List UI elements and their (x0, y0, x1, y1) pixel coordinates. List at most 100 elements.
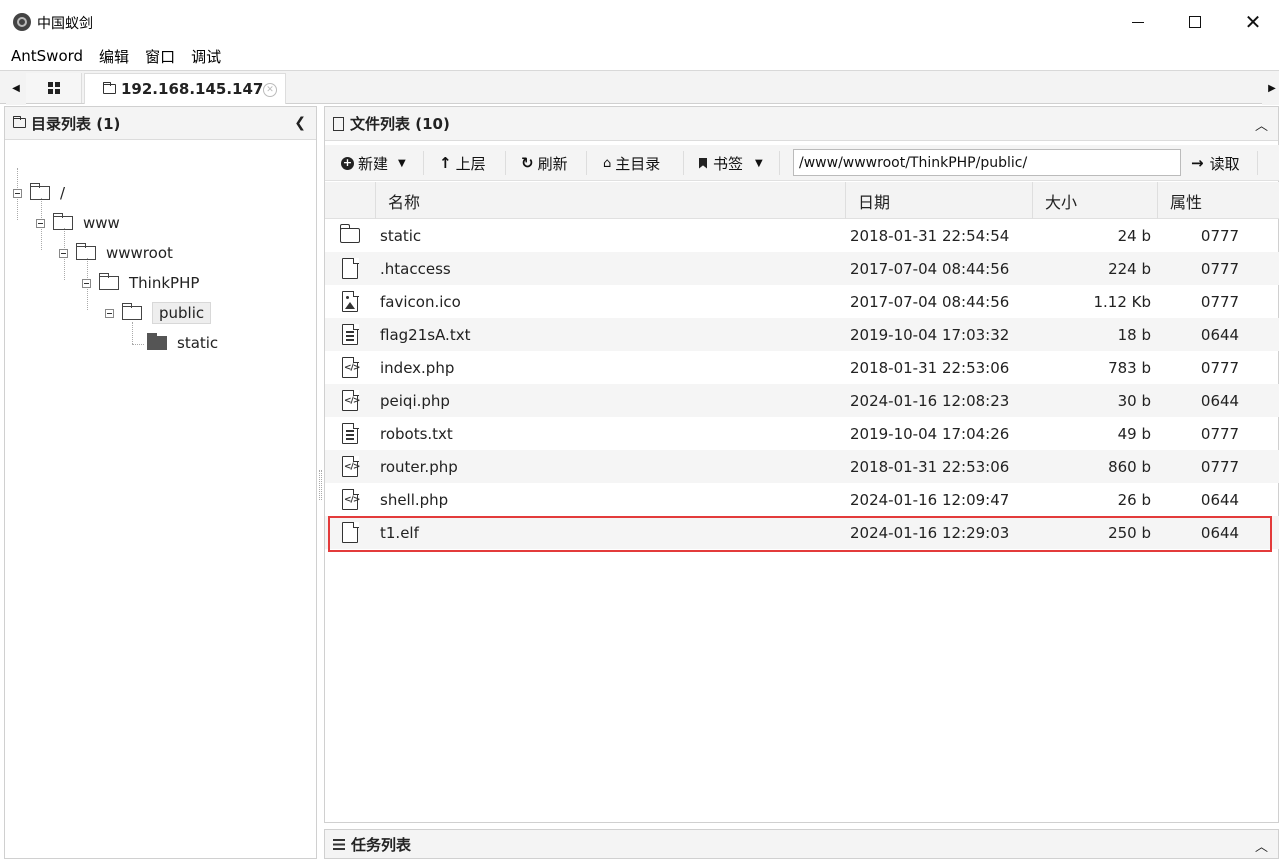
close-icon: ✕ (1244, 10, 1262, 34)
tab-close-icon[interactable]: ✕ (263, 83, 277, 97)
file-name: peiqi.php (380, 391, 450, 410)
file-name: index.php (380, 358, 455, 377)
bookmark-icon (699, 157, 707, 169)
folder-icon (53, 213, 73, 230)
column-header-attr[interactable]: 属性 (1157, 182, 1279, 219)
tree-node-label: / (60, 184, 66, 202)
new-button[interactable]: + 新建 ▼ (341, 149, 406, 177)
panel-splitter-handle[interactable] (319, 470, 322, 500)
menu-antsword[interactable]: AntSword (11, 47, 83, 65)
folder-icon (122, 303, 142, 320)
arrow-up-icon: ↑ (439, 154, 452, 172)
bookmark-button[interactable]: 书签 ▼ (699, 149, 763, 177)
up-level-button[interactable]: ↑ 上层 (439, 149, 486, 177)
antsword-logo-icon (13, 13, 31, 31)
file-size: 1.12 Kb (1093, 292, 1151, 311)
code-file-icon: </> (342, 488, 360, 510)
file-row[interactable]: </> shell.php 2024-01-16 12:09:47 26 b 0… (325, 483, 1279, 516)
home-dir-label: 主目录 (615, 154, 661, 173)
file-date: 2019-10-04 17:04:26 (850, 424, 1010, 443)
file-attr: 0777 (1200, 292, 1240, 311)
file-row[interactable]: </> index.php 2018-01-31 22:53:06 783 b … (325, 351, 1279, 384)
maximize-button[interactable] (1172, 8, 1218, 36)
new-button-label: 新建 (358, 154, 389, 173)
minimize-button[interactable] (1115, 8, 1161, 36)
tree-node-label: ThinkPHP (129, 274, 200, 292)
tree-node-root[interactable]: / (13, 180, 65, 206)
column-header-size[interactable]: 大小 (1032, 182, 1157, 219)
read-label: 读取 (1209, 154, 1240, 173)
tree-node-label: www (83, 214, 120, 232)
column-header-name[interactable]: 名称 (375, 182, 845, 219)
file-icon-cell: </> (339, 483, 361, 516)
document-icon (333, 116, 344, 131)
file-size: 26 b (1117, 490, 1151, 509)
file-row[interactable]: favicon.ico 2017-07-04 08:44:56 1.12 Kb … (325, 285, 1279, 318)
file-row[interactable]: </> router.php 2018-01-31 22:53:06 860 b… (325, 450, 1279, 483)
tree-node-wwwroot[interactable]: wwwroot (59, 240, 173, 266)
file-row[interactable]: static 2018-01-31 22:54:54 24 b 0777 (325, 219, 1279, 252)
file-icon (342, 257, 359, 279)
tab-bar: ◀ 192.168.145.147 ✕ ▶ (0, 70, 1279, 105)
file-row[interactable]: flag21sA.txt 2019-10-04 17:03:32 18 b 06… (325, 318, 1279, 351)
file-attr: 0777 (1200, 259, 1240, 278)
column-header-date[interactable]: 日期 (845, 182, 1032, 219)
path-input[interactable] (793, 149, 1181, 176)
toolbar-divider (779, 151, 780, 175)
highlight-annotation-box (328, 516, 1272, 552)
file-date: 2017-07-04 08:44:56 (850, 259, 1010, 278)
collapse-up-icon[interactable]: ︿ (1255, 115, 1268, 134)
file-size: 24 b (1117, 226, 1151, 245)
file-list-header: 文件列表 (10) ︿ (325, 107, 1278, 141)
tree-node-thinkphp[interactable]: ThinkPHP (82, 270, 199, 296)
tab-scroll-left-button[interactable]: ◀ (6, 71, 26, 105)
folder-icon (13, 116, 26, 128)
collapse-node-icon[interactable] (105, 308, 114, 318)
home-dir-button[interactable]: ⌂ 主目录 (603, 149, 660, 177)
tree-node-static[interactable]: static (147, 330, 218, 356)
close-window-button[interactable]: ✕ (1230, 8, 1276, 36)
expand-up-icon[interactable]: ︿ (1255, 836, 1268, 855)
collapse-node-icon[interactable] (13, 188, 22, 198)
file-icon-cell (339, 252, 361, 285)
file-date: 2018-01-31 22:53:06 (850, 457, 1010, 476)
menu-edit[interactable]: 编辑 (99, 46, 129, 67)
tab-scroll-right-button[interactable]: ▶ (1262, 71, 1279, 105)
tree-node-www[interactable]: www (36, 210, 120, 236)
directory-panel-header: 目录列表 (1) ❮ (5, 107, 316, 140)
refresh-button[interactable]: ↻ 刷新 (521, 149, 568, 177)
file-list-title: 文件列表 (10) (350, 115, 450, 133)
file-date: 2018-01-31 22:54:54 (850, 226, 1010, 245)
menu-debug[interactable]: 调试 (191, 46, 221, 67)
collapse-left-icon[interactable]: ❮ (294, 115, 306, 131)
tab-host[interactable]: 192.168.145.147 ✕ (84, 73, 286, 104)
read-button[interactable]: → 读取 (1191, 149, 1240, 177)
code-file-icon: </> (342, 389, 360, 411)
file-name: flag21sA.txt (380, 325, 471, 344)
folder-filled-icon (147, 333, 167, 350)
image-file-icon (342, 290, 359, 312)
toolbar-divider (683, 151, 684, 175)
up-level-label: 上层 (455, 154, 486, 173)
menu-window[interactable]: 窗口 (145, 46, 175, 67)
file-attr: 0644 (1200, 325, 1240, 344)
tab-home[interactable] (26, 73, 82, 103)
file-row[interactable]: robots.txt 2019-10-04 17:04:26 49 b 0777 (325, 417, 1279, 450)
tab-host-label: 192.168.145.147 (121, 80, 264, 98)
tree-node-public[interactable]: public (105, 300, 212, 326)
toolbar-divider (1257, 151, 1258, 175)
refresh-icon: ↻ (521, 154, 534, 172)
file-row[interactable]: .htaccess 2017-07-04 08:44:56 224 b 0777 (325, 252, 1279, 285)
collapse-node-icon[interactable] (36, 218, 45, 228)
code-file-icon: </> (342, 356, 360, 378)
collapse-node-icon[interactable] (59, 248, 68, 258)
folder-icon (103, 82, 116, 94)
file-attr: 0777 (1200, 457, 1240, 476)
text-file-icon (342, 422, 359, 444)
folder-icon (30, 183, 50, 200)
menu-bar: AntSword 编辑 窗口 调试 (0, 44, 1279, 68)
file-row[interactable]: </> peiqi.php 2024-01-16 12:08:23 30 b 0… (325, 384, 1279, 417)
collapse-node-icon[interactable] (82, 278, 91, 288)
file-attr: 0644 (1200, 391, 1240, 410)
tree-connector (132, 344, 144, 345)
